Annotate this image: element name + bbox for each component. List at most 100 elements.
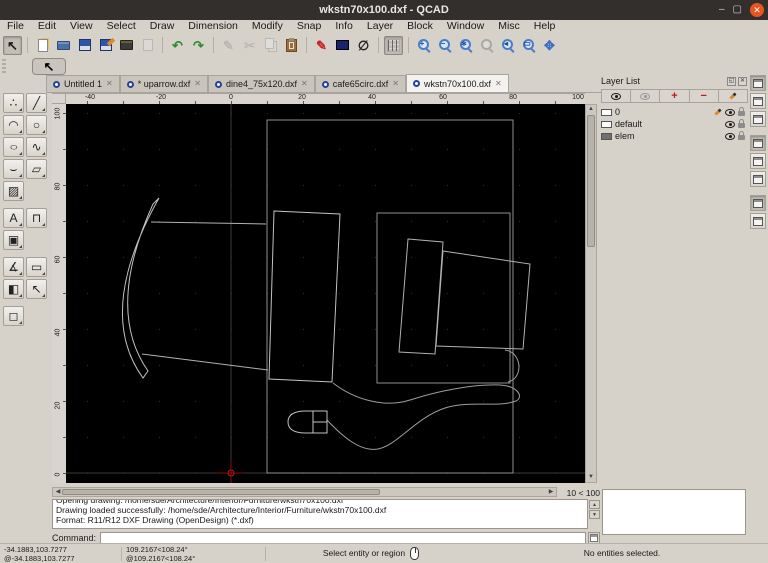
menu-view[interactable]: View (63, 20, 100, 33)
tab-close-icon[interactable]: ✕ (106, 80, 113, 88)
add-layer-button[interactable]: + (659, 89, 690, 103)
layer-visibility-icon[interactable] (725, 120, 735, 128)
layer-lock-icon[interactable] (738, 119, 745, 128)
maximize-button[interactable]: ▢ (733, 5, 742, 15)
close-button[interactable]: ✕ (750, 3, 764, 17)
draw-pen-button[interactable]: ✎ (312, 36, 331, 55)
viewport-tool[interactable]: ◻ (3, 306, 24, 326)
command-panel-button[interactable] (588, 531, 600, 544)
horizontal-scrollbar[interactable]: ◀ ▶ (52, 487, 557, 497)
tab-wkstn70x100-dxf[interactable]: wkstn70x100.dxf ✕ (405, 74, 509, 92)
scroll-down-icon[interactable]: ▼ (586, 473, 596, 482)
select-tool[interactable]: ↖ (26, 279, 47, 299)
arc-tool[interactable]: ◠ (3, 115, 24, 135)
history-scroll-up-icon[interactable]: ▲ (589, 500, 600, 509)
scroll-up-icon[interactable]: ▲ (586, 105, 596, 114)
minimize-button[interactable]: – (719, 5, 725, 15)
menu-select[interactable]: Select (100, 20, 143, 33)
menu-draw[interactable]: Draw (143, 20, 182, 33)
ellipse-tool[interactable]: ○ (3, 137, 24, 157)
dimension-tool[interactable]: ⊓ (26, 208, 47, 228)
hatch-tool[interactable]: ▨ (3, 181, 24, 201)
close-panel-icon[interactable]: ✕ (738, 76, 747, 86)
tab-close-icon[interactable]: ✕ (392, 80, 399, 88)
zoom-window-button[interactable]: ▭ (519, 36, 538, 55)
auto-zoom-button[interactable]: ∗ (456, 36, 475, 55)
float-panel-icon[interactable]: ◱ (727, 76, 736, 86)
clipboard-panel-toggle[interactable] (750, 213, 766, 229)
zoom-in-button[interactable]: + (414, 36, 433, 55)
pen-button[interactable]: ✎ (219, 36, 238, 55)
block-list-toggle[interactable] (750, 111, 766, 127)
hide-all-layers-button[interactable] (630, 89, 661, 103)
layer-visibility-icon[interactable] (725, 132, 735, 140)
point-tool[interactable]: ∴ (3, 93, 24, 113)
tab-close-icon[interactable]: ✕ (495, 79, 502, 88)
property-editor-toggle[interactable] (750, 75, 766, 91)
circle-tool[interactable]: ○ (26, 115, 47, 135)
tab-dine4-75x120-dxf[interactable]: dine4_75x120.dxf ✕ (207, 75, 315, 92)
paste-button[interactable] (282, 36, 301, 55)
save-as-button[interactable] (96, 36, 115, 55)
layer-row-elem[interactable]: elem (601, 130, 747, 142)
redo-button[interactable]: ↷ (189, 36, 208, 55)
pointer-tool-button[interactable]: ↖ (3, 35, 22, 55)
menu-help[interactable]: Help (527, 20, 563, 33)
text-tool[interactable]: A (3, 208, 24, 228)
menu-misc[interactable]: Misc (491, 20, 527, 33)
edit-layer-button[interactable] (717, 89, 749, 103)
zoom-out-button[interactable]: − (435, 36, 454, 55)
image-tool[interactable]: ▣ (3, 230, 24, 250)
tab-Untitled-1[interactable]: Untitled 1 ✕ (46, 75, 120, 92)
layer-lock-icon[interactable] (738, 131, 745, 140)
layer-row-default[interactable]: default (601, 118, 747, 130)
command-input[interactable] (100, 531, 586, 544)
save-button[interactable] (75, 36, 94, 55)
menu-file[interactable]: File (0, 20, 31, 33)
pan-button[interactable]: ✥ (540, 36, 559, 55)
menu-dimension[interactable]: Dimension (181, 20, 245, 33)
menu-layer[interactable]: Layer (360, 20, 400, 33)
tab--uparrow-dxf[interactable]: * uparrow.dxf ✕ (119, 75, 208, 92)
vertical-scrollbar[interactable]: ▲ ▼ (585, 104, 597, 483)
selection-pointer-button[interactable]: ↖ (32, 57, 66, 75)
command-line-toggle[interactable] (750, 135, 766, 151)
cut-button[interactable]: ✂ (240, 36, 259, 55)
no-fill-button[interactable]: ∅ (354, 36, 373, 55)
menu-info[interactable]: Info (328, 20, 360, 33)
history-scroll-down-icon[interactable]: ▼ (589, 510, 600, 519)
view-toggle-2[interactable] (750, 171, 766, 187)
menu-edit[interactable]: Edit (31, 20, 63, 33)
line-tool[interactable]: ╱ (26, 93, 47, 113)
tab-cafe65circ-dxf[interactable]: cafe65circ.dxf ✕ (314, 75, 406, 92)
menu-modify[interactable]: Modify (245, 20, 290, 33)
menu-snap[interactable]: Snap (290, 20, 329, 33)
new-file-button[interactable] (33, 36, 52, 55)
view-toggle-1[interactable] (750, 153, 766, 169)
horizontal-scroll-thumb[interactable] (62, 489, 380, 495)
scroll-right-icon[interactable]: ▶ (546, 488, 556, 497)
library-browser-toggle[interactable] (750, 195, 766, 211)
open-file-button[interactable] (54, 36, 73, 55)
print-button[interactable] (117, 36, 136, 55)
tab-close-icon[interactable]: ✕ (301, 80, 308, 88)
spline-tool[interactable]: ∿ (26, 137, 47, 157)
copy-button[interactable] (261, 36, 280, 55)
menu-block[interactable]: Block (400, 20, 440, 33)
remove-layer-button[interactable]: − (688, 89, 719, 103)
zoom-back-button[interactable]: ◂ (498, 36, 517, 55)
modify-tool[interactable]: ◧ (3, 279, 24, 299)
shape-tool[interactable]: ▱ (26, 159, 47, 179)
toolbar-handle[interactable] (2, 59, 6, 73)
layer-list-toggle[interactable] (750, 93, 766, 109)
layer-edit-icon[interactable] (713, 107, 722, 117)
layer-visibility-icon[interactable] (725, 108, 735, 116)
measure-tool[interactable]: ▭ (26, 257, 47, 277)
zoom-previous-button[interactable] (477, 36, 496, 55)
vertical-scroll-thumb[interactable] (587, 115, 595, 247)
menu-window[interactable]: Window (440, 20, 491, 33)
tab-close-icon[interactable]: ✕ (194, 80, 201, 88)
color-swatch-button[interactable] (333, 36, 352, 55)
undo-button[interactable]: ↶ (168, 36, 187, 55)
print-preview-button[interactable] (138, 36, 157, 55)
